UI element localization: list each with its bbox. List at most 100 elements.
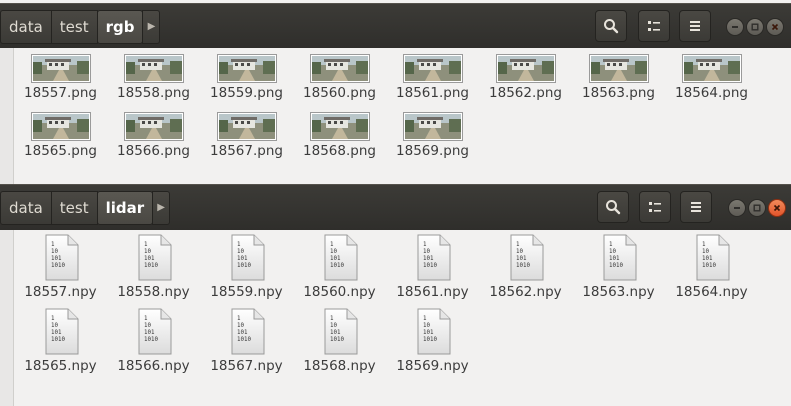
binary-icon-text: 10	[609, 249, 616, 255]
maximize-button[interactable]	[748, 199, 766, 217]
binary-icon-text: 1	[51, 316, 55, 322]
file-name: 18564.npy	[675, 284, 748, 300]
file-item[interactable]: 1 10 101 1010 18564.npy	[665, 234, 758, 300]
file-item[interactable]: 1 10 101 1010 18563.npy	[572, 234, 665, 300]
breadcrumb: data test lidar ▶	[0, 191, 171, 225]
binary-icon-text: 101	[423, 256, 434, 262]
minimize-button[interactable]	[728, 199, 746, 217]
file-item[interactable]: 1 10 101 1010 18559.npy	[200, 234, 293, 300]
file-icon: 1 10 101 1010	[107, 234, 200, 282]
image-thumbnail-icon	[497, 56, 554, 81]
hamburger-menu-icon	[690, 21, 700, 31]
menu-button[interactable]	[679, 10, 711, 42]
header-bar: data test lidar ▶	[0, 184, 791, 230]
binary-icon-text: 10	[51, 249, 58, 255]
view-toggle-button[interactable]	[639, 191, 671, 223]
file-item[interactable]: 1 10 101 1010 18568.npy	[293, 308, 386, 374]
file-name: 18564.png	[675, 85, 748, 101]
breadcrumb-test[interactable]: test	[50, 191, 98, 225]
file-name: 18557.png	[24, 85, 97, 101]
file-item[interactable]: 1 10 101 1010 18569.npy	[386, 308, 479, 374]
menu-button[interactable]	[680, 191, 712, 223]
file-item[interactable]: 1 10 101 1010 18561.npy	[386, 234, 479, 300]
file-name: 18567.png	[210, 143, 283, 159]
minimize-icon	[734, 207, 740, 209]
search-button[interactable]	[597, 191, 629, 223]
file-item[interactable]: 18564.png	[665, 54, 758, 101]
binary-icon-text: 1010	[144, 337, 158, 343]
image-thumbnail	[588, 54, 649, 83]
image-thumbnail	[216, 54, 277, 83]
file-icon: 1 10 101 1010	[107, 308, 200, 356]
breadcrumb-lidar[interactable]: lidar	[96, 191, 154, 225]
file-item[interactable]: 1 10 101 1010 18565.npy	[14, 308, 107, 374]
file-item[interactable]: 18558.png	[107, 54, 200, 101]
view-toggle-button[interactable]	[638, 10, 670, 42]
binary-icon-text: 1	[330, 316, 334, 322]
binary-icon-text: 1	[609, 242, 613, 248]
search-button[interactable]	[595, 10, 627, 42]
file-item[interactable]: 18562.png	[479, 54, 572, 101]
hamburger-menu-icon	[691, 202, 701, 212]
file-item[interactable]: 1 10 101 1010 18566.npy	[107, 308, 200, 374]
binary-icon-text: 101	[423, 330, 434, 336]
file-icon: 1 10 101 1010	[386, 234, 479, 282]
file-icon: 1 10 101 1010	[14, 234, 107, 282]
maximize-button[interactable]	[746, 18, 764, 36]
file-item[interactable]: 18568.png	[293, 112, 386, 159]
maximize-icon	[751, 23, 759, 31]
binary-icon-text: 1010	[423, 337, 437, 343]
file-item[interactable]: 18569.png	[386, 112, 479, 159]
breadcrumb-data[interactable]: data	[0, 191, 52, 225]
binary-icon-text: 101	[144, 256, 155, 262]
file-item[interactable]: 1 10 101 1010 18562.npy	[479, 234, 572, 300]
binary-icon-text: 1010	[237, 337, 251, 343]
file-grid: 1 10 101 1010 18557.npy 1 10 101 1010 18558.npy 1 1…	[0, 230, 791, 406]
binary-file-icon: 1101011010	[138, 234, 171, 281]
file-item[interactable]: 1 10 101 1010 18567.npy	[200, 308, 293, 374]
file-item[interactable]: 18557.png	[14, 54, 107, 101]
image-thumbnail-icon	[32, 56, 89, 81]
breadcrumb-forward-arrow-icon[interactable]: ▶	[142, 10, 161, 44]
binary-file-icon: 1101011010	[138, 308, 171, 355]
maximize-icon	[753, 204, 761, 212]
binary-file-icon: 1101011010	[510, 234, 543, 281]
binary-icon-text: 10	[330, 323, 337, 329]
file-name: 18562.npy	[489, 284, 562, 300]
file-name: 18560.png	[303, 85, 376, 101]
breadcrumb-data[interactable]: data	[0, 10, 52, 44]
breadcrumb-test[interactable]: test	[50, 10, 98, 44]
close-button[interactable]	[766, 18, 784, 36]
file-icon: 1 10 101 1010	[293, 234, 386, 282]
file-item[interactable]: 18565.png	[14, 112, 107, 159]
file-item[interactable]: 18559.png	[200, 54, 293, 101]
file-item[interactable]: 18561.png	[386, 54, 479, 101]
image-thumbnail-icon	[125, 56, 182, 81]
binary-icon-text: 10	[144, 323, 151, 329]
file-item[interactable]: 18563.png	[572, 54, 665, 101]
breadcrumb: data test rgb ▶	[0, 10, 161, 44]
binary-icon-text: 1	[423, 316, 427, 322]
image-thumbnail	[123, 112, 184, 141]
image-thumbnail	[495, 54, 556, 83]
image-thumbnail	[681, 54, 742, 83]
file-item[interactable]: 18567.png	[200, 112, 293, 159]
breadcrumb-forward-arrow-icon[interactable]: ▶	[152, 191, 171, 225]
image-thumbnail-icon	[311, 114, 368, 139]
file-item[interactable]: 1 10 101 1010 18558.npy	[107, 234, 200, 300]
image-thumbnail-icon	[311, 56, 368, 81]
file-item[interactable]: 18560.png	[293, 54, 386, 101]
image-thumbnail	[216, 112, 277, 141]
file-item[interactable]: 1 10 101 1010 18560.npy	[293, 234, 386, 300]
image-thumbnail	[309, 112, 370, 141]
close-button[interactable]	[768, 199, 786, 217]
file-name: 18567.npy	[210, 358, 283, 374]
file-name: 18563.png	[582, 85, 655, 101]
file-item[interactable]: 18566.png	[107, 112, 200, 159]
file-item[interactable]: 1 10 101 1010 18557.npy	[14, 234, 107, 300]
file-icon: 1 10 101 1010	[572, 234, 665, 282]
breadcrumb-rgb[interactable]: rgb	[96, 10, 144, 44]
image-thumbnail	[402, 112, 463, 141]
file-name: 18559.png	[210, 85, 283, 101]
minimize-button[interactable]	[726, 18, 744, 36]
